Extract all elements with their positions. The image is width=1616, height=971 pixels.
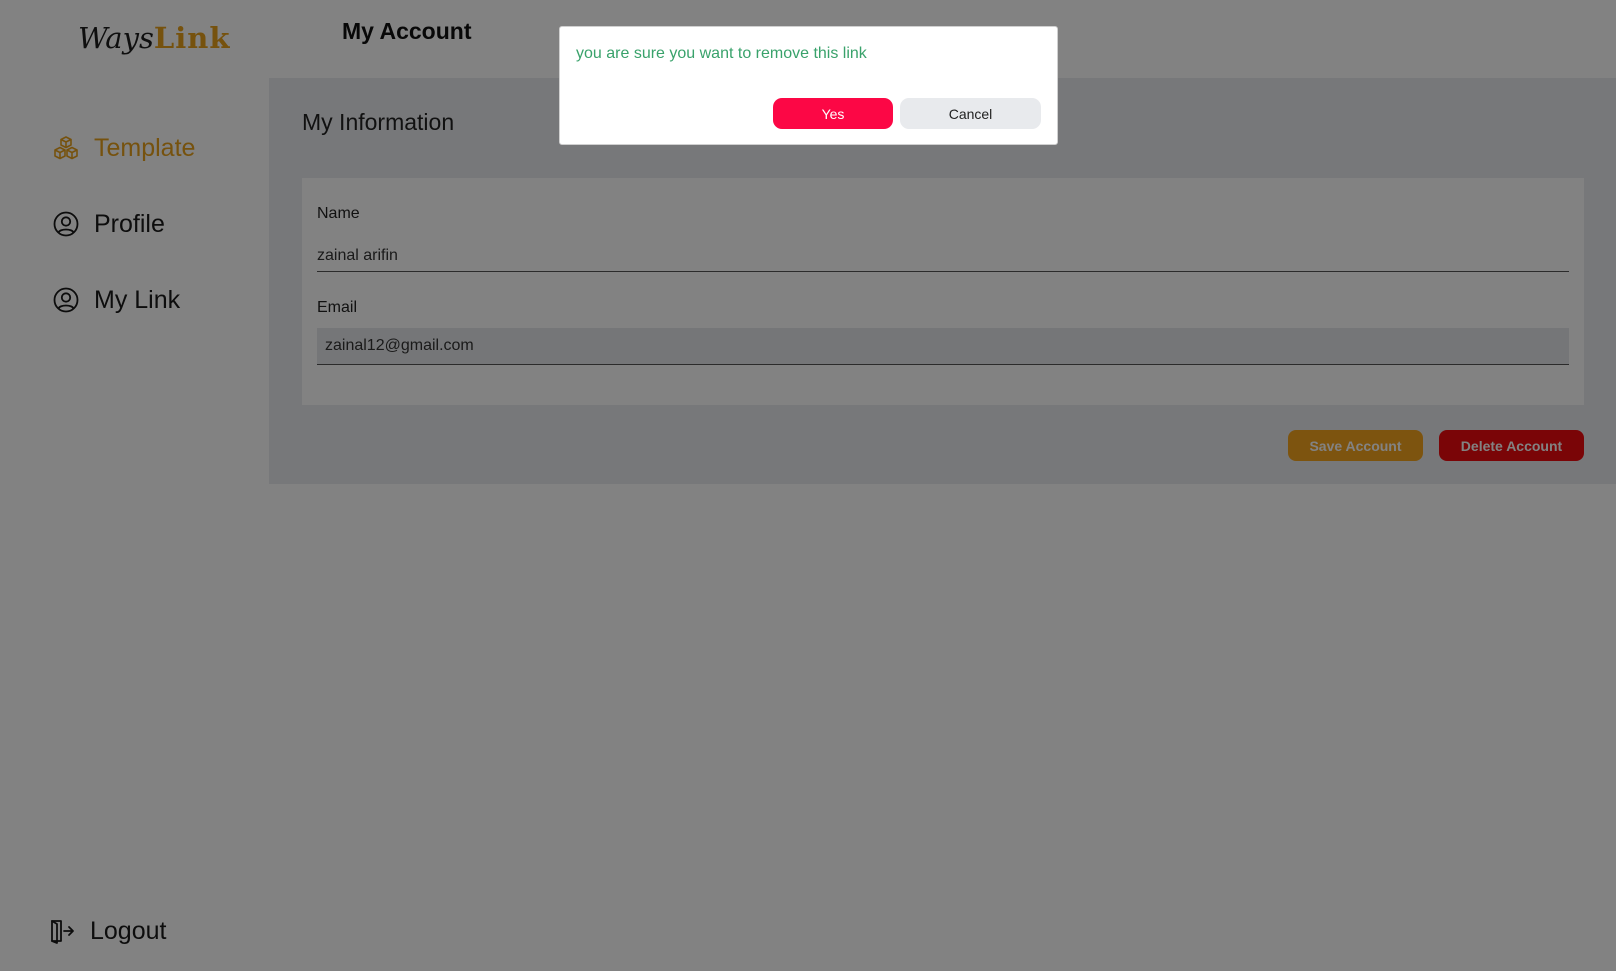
confirm-remove-link-dialog: you are sure you want to remove this lin… [559,26,1058,145]
cancel-button[interactable]: Cancel [900,98,1041,129]
dialog-message: you are sure you want to remove this lin… [576,45,867,62]
yes-button[interactable]: Yes [773,98,893,129]
modal-backdrop[interactable] [0,0,1616,971]
